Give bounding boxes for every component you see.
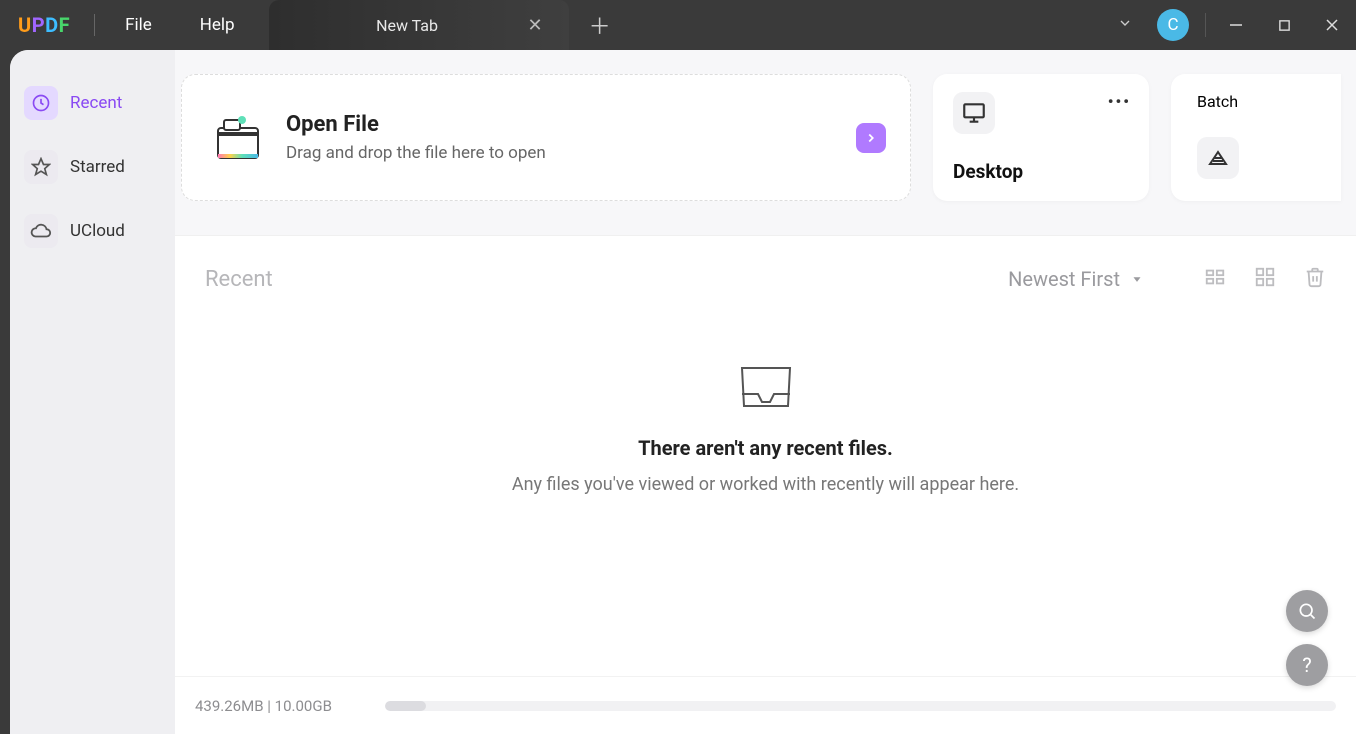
open-file-card[interactable]: Open File Drag and drop the file here to…: [181, 74, 911, 201]
sidebar-item-recent[interactable]: Recent: [18, 80, 167, 126]
inbox-icon: [736, 362, 796, 422]
storage-fill: [385, 701, 426, 711]
storage-text: 439.26MB | 10.00GB: [195, 697, 365, 715]
sidebar-item-starred[interactable]: Starred: [18, 144, 167, 190]
menu-help[interactable]: Help: [176, 15, 259, 35]
open-file-arrow-button[interactable]: [856, 123, 886, 153]
close-icon[interactable]: ✕: [519, 11, 550, 40]
open-file-subtitle: Drag and drop the file here to open: [286, 143, 546, 163]
storage-track: [385, 701, 1336, 711]
desktop-tile[interactable]: ••• Desktop: [933, 74, 1149, 201]
scanner-icon: [1197, 137, 1239, 179]
add-tab-button[interactable]: ＋: [569, 9, 631, 41]
list-view-icon[interactable]: [1204, 266, 1226, 292]
search-button[interactable]: [1286, 590, 1328, 632]
monitor-icon: [953, 92, 995, 134]
recent-header: Recent Newest First: [205, 266, 1326, 292]
window-close-button[interactable]: [1308, 0, 1356, 50]
divider: [1205, 13, 1206, 37]
empty-title: There aren't any recent files.: [638, 436, 893, 460]
menu-file[interactable]: File: [101, 15, 176, 35]
sidebar-item-label: Starred: [70, 157, 125, 177]
divider: [94, 14, 95, 36]
view-toggle: [1204, 266, 1326, 292]
batch-tile[interactable]: Batch: [1171, 74, 1341, 201]
app-body: Recent Starred UCloud: [10, 50, 1356, 734]
star-icon: [24, 150, 58, 184]
cards-row: Open File Drag and drop the file here to…: [175, 50, 1356, 225]
clock-icon: [24, 86, 58, 120]
avatar[interactable]: C: [1157, 9, 1189, 41]
recent-heading: Recent: [205, 267, 273, 292]
title-bar: UPDF File Help New Tab ✕ ＋ C: [0, 0, 1356, 50]
chevron-down-icon[interactable]: [1103, 15, 1147, 35]
main-area: Open File Drag and drop the file here to…: [175, 50, 1356, 734]
sort-dropdown[interactable]: Newest First: [1008, 267, 1144, 291]
empty-subtitle: Any files you've viewed or worked with r…: [512, 474, 1019, 495]
recent-section: Recent Newest First: [175, 235, 1356, 734]
sidebar-item-label: UCloud: [70, 221, 125, 241]
tab-new[interactable]: New Tab ✕: [269, 0, 569, 50]
more-icon[interactable]: •••: [1108, 92, 1131, 111]
trash-icon[interactable]: [1304, 266, 1326, 292]
folder-icon: [210, 110, 266, 166]
app-logo: UPDF: [0, 13, 88, 37]
cloud-icon: [24, 214, 58, 248]
grid-view-icon[interactable]: [1254, 266, 1276, 292]
desktop-label: Desktop: [953, 160, 1129, 183]
tab-label: New Tab: [295, 16, 520, 35]
sidebar-item-label: Recent: [70, 93, 122, 113]
sidebar-item-ucloud[interactable]: UCloud: [18, 208, 167, 254]
batch-label: Batch: [1197, 92, 1319, 111]
sort-label: Newest First: [1008, 267, 1120, 291]
open-file-title: Open File: [286, 112, 546, 137]
window-minimize-button[interactable]: [1212, 0, 1260, 50]
window-maximize-button[interactable]: [1260, 0, 1308, 50]
sidebar: Recent Starred UCloud: [10, 50, 175, 734]
empty-state: There aren't any recent files. Any files…: [205, 362, 1326, 495]
storage-bar: 439.26MB | 10.00GB: [175, 676, 1356, 734]
help-button[interactable]: ?: [1286, 644, 1328, 686]
